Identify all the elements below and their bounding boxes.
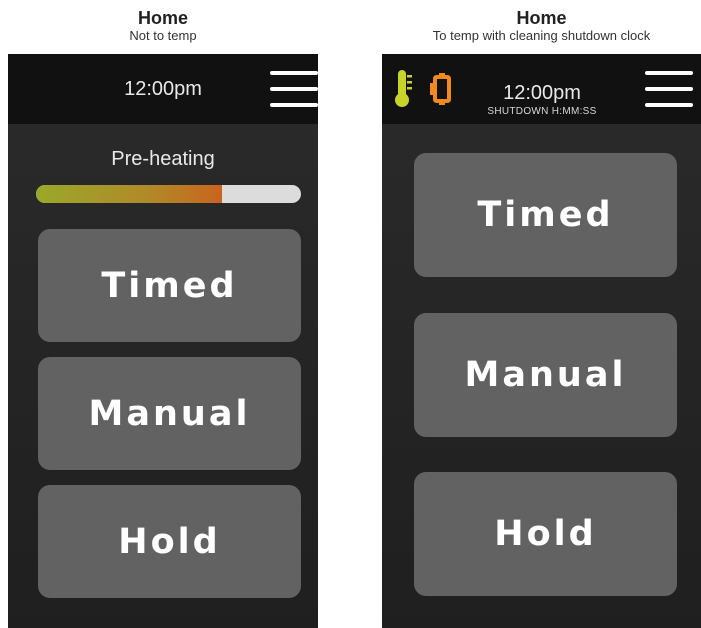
left-top-bar: 12:00pm [8, 54, 318, 124]
left-caption-subtitle: Not to temp [129, 28, 197, 43]
thermometer-icon [395, 70, 412, 107]
left-menu-icon[interactable] [270, 71, 318, 107]
right-caption-title: Home [516, 8, 567, 28]
preheat-progress-bar [36, 185, 301, 203]
door-icon [430, 73, 451, 105]
left-caption-title: Home [137, 8, 188, 28]
hold-button[interactable]: Hold [38, 485, 301, 598]
right-clock: 12:00pm [503, 82, 581, 104]
timed-button[interactable]: Timed [414, 153, 677, 277]
hold-button[interactable]: Hold [414, 472, 677, 596]
manual-button[interactable]: Manual [38, 357, 301, 470]
left-clock: 12:00pm [124, 78, 202, 100]
preheat-status-label: Pre-heating [111, 148, 215, 170]
left-screen-caption: Home Not to temp [8, 8, 318, 43]
left-home-screen: 12:00pm Pre-heating Timed Manual Hold [8, 54, 318, 628]
right-menu-icon[interactable] [645, 71, 693, 107]
shutdown-clock-label: SHUTDOWN H:MM:SS [487, 106, 597, 117]
timed-button[interactable]: Timed [38, 229, 301, 342]
right-top-bar: 12:00pm SHUTDOWN H:MM:SS [382, 54, 701, 124]
right-home-screen: 12:00pm SHUTDOWN H:MM:SS Timed Manual Ho… [382, 54, 701, 628]
preheat-progress-fill [36, 185, 222, 203]
right-screen-caption: Home To temp with cleaning shutdown cloc… [382, 8, 701, 43]
right-caption-subtitle: To temp with cleaning shutdown clock [432, 28, 651, 43]
manual-button[interactable]: Manual [414, 313, 677, 437]
